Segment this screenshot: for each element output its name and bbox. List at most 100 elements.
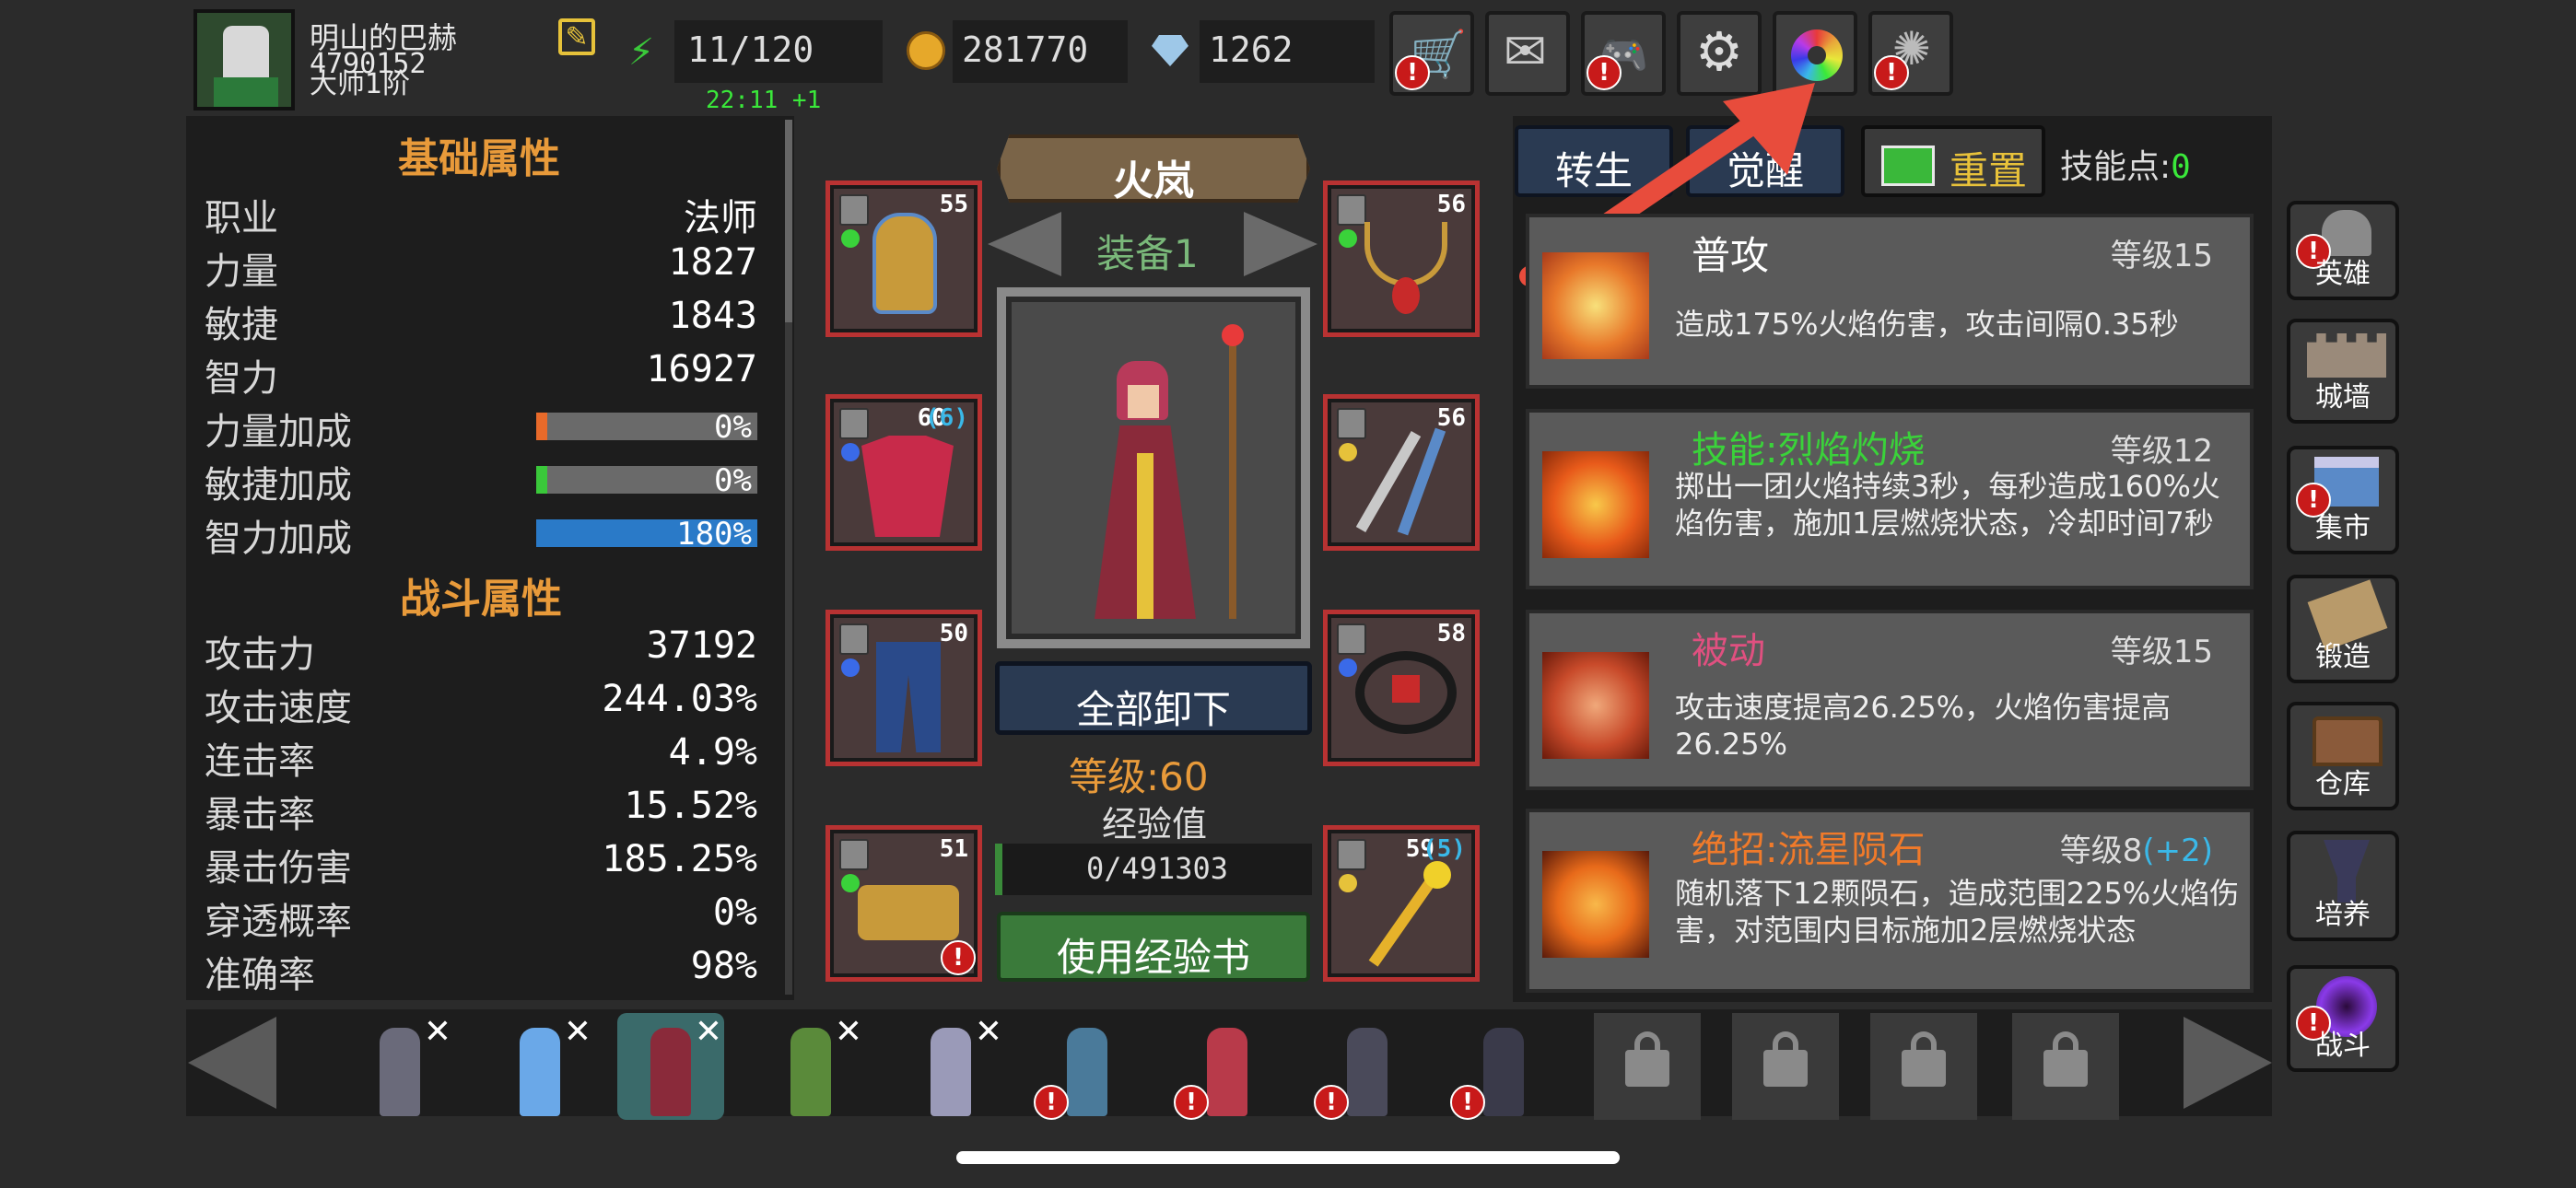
slot-level: 56 [1436, 191, 1466, 218]
remove-icon[interactable]: ✕ [695, 1013, 722, 1051]
gold-plus-icon[interactable] [907, 31, 945, 70]
remove-icon[interactable]: ✕ [835, 1013, 862, 1051]
equip-slot-ring[interactable]: 58 [1323, 610, 1480, 766]
hero-staff-orb [1222, 324, 1244, 346]
blue-gem-icon [1339, 658, 1357, 677]
remove-icon[interactable]: ✕ [424, 1013, 451, 1051]
diamond-box: 1262 [1200, 20, 1375, 83]
side-menu-hero[interactable]: ! 英雄 [2287, 201, 2399, 300]
int-label: 智力 [205, 357, 278, 400]
fireball-icon [1542, 451, 1649, 558]
hero-staff-icon [1229, 333, 1236, 619]
side-menu-warehouse[interactable]: 仓库 [2287, 702, 2399, 810]
shop-cart-button[interactable]: 🛒 ! [1389, 11, 1474, 96]
padlock-icon [2043, 1050, 2088, 1087]
agi-bonus-bar: 0% [536, 462, 757, 499]
remove-icon[interactable]: ✕ [564, 1013, 591, 1051]
side-menu-market[interactable]: ! 集市 [2287, 446, 2399, 554]
necklace-pendant [1392, 277, 1420, 314]
str-bonus-label: 力量加成 [205, 411, 352, 453]
diamond-plus-icon[interactable] [1152, 35, 1188, 66]
lock-icon [839, 408, 869, 439]
aspd-label: 攻击速度 [205, 687, 352, 729]
exp-label: 经验值 [1102, 804, 1208, 844]
boots-icon [858, 885, 959, 940]
roster-hero-dark-mage[interactable]: ! [1314, 1013, 1421, 1120]
fire-mage-sprite [650, 1028, 691, 1116]
skill-level: 等级8(+2) [2060, 825, 2213, 870]
roster-locked-slot[interactable] [1732, 1013, 1839, 1120]
equip-slot-pants[interactable]: 50 [825, 610, 982, 766]
roster-locked-slot[interactable] [1870, 1013, 1977, 1120]
equip-slot-armor[interactable]: 60 (6) [825, 394, 982, 551]
side-menu-battle[interactable]: ! 战斗 [2287, 965, 2399, 1072]
hero-alert-icon: ! [1034, 1085, 1069, 1120]
roster-hero-dancer[interactable]: ✕ [897, 1013, 1004, 1120]
roster-locked-slot[interactable] [2012, 1013, 2119, 1120]
roster-hero-warrior[interactable]: ✕ [346, 1013, 453, 1120]
edit-name-icon[interactable]: ✎ [558, 18, 595, 55]
equip-slot-weapon-offhand[interactable]: 56 [1323, 394, 1480, 551]
home-indicator[interactable] [956, 1151, 1620, 1164]
gear-icon: ⚙ [1695, 20, 1743, 83]
green-gem-icon [841, 874, 860, 892]
class-label: 职业 [205, 197, 278, 239]
exp-value: 0/491303 [1085, 851, 1229, 886]
fireworks-button[interactable]: ✺ ! [1868, 11, 1953, 96]
roster-hero-archer[interactable]: ✕ [757, 1013, 864, 1120]
equip-slot-helmet[interactable]: 55 [825, 181, 982, 337]
equip-slot-staff[interactable]: 59 (5) [1323, 825, 1480, 982]
energy-plus-icon[interactable]: ⚡ [628, 31, 654, 74]
use-exp-book-button[interactable]: 使用经验书 [997, 912, 1310, 982]
use-exp-book-label: 使用经验书 [1056, 935, 1250, 980]
roster-hero-assassin[interactable]: ! [1450, 1013, 1557, 1120]
reset-button[interactable]: 重置 [1861, 125, 2045, 197]
side-menu-train[interactable]: 培养 [2287, 831, 2399, 941]
unequip-all-button[interactable]: 全部卸下 [995, 661, 1312, 735]
next-set-button[interactable] [1244, 212, 1317, 276]
avatar-robe [214, 77, 278, 107]
skill-level: 等级15 [2110, 238, 2213, 274]
side-menu-label: 培养 [2315, 899, 2371, 931]
meteor-icon [1542, 851, 1649, 958]
warrior-sprite [380, 1028, 420, 1116]
stats-panel: 基础属性 职业 法师 力量 1827 敏捷 1843 智力 16927 力量加成 0% … [186, 116, 794, 1000]
roster-hero-ice-mage[interactable]: ✕ [486, 1013, 593, 1120]
side-menu-label: 战斗 [2315, 1030, 2371, 1062]
skill-card-ultimate[interactable]: 绝招:流星陨石 等级8(+2) 随机落下12颗陨石，造成范围225%火焰伤害，对… [1526, 809, 2254, 993]
side-menu-forge[interactable]: 锻造 [2287, 575, 2399, 683]
hero-portrait-frame [997, 287, 1310, 648]
str-bonus-bar: 0% [536, 409, 757, 446]
roster-locked-slot[interactable] [1594, 1013, 1701, 1120]
padlock-shackle [1773, 1031, 1798, 1055]
shop-alert-icon: ! [1395, 55, 1430, 90]
roster-hero-fire-mage[interactable]: ✕ [617, 1013, 724, 1120]
skill-level-bonus: (+2) [2142, 833, 2213, 869]
combo-label: 连击率 [205, 740, 315, 783]
player-avatar[interactable] [193, 9, 295, 111]
stats-scrollbar[interactable] [785, 120, 792, 322]
skill-desc: 掷出一团火焰持续3秒，每秒造成160%火焰伤害，施加1层燃烧状态，冷却时间7秒 [1675, 469, 2220, 541]
skill-desc: 攻击速度提高26.25%，火焰伤害提高26.25% [1675, 690, 2172, 762]
agi-bonus-label: 敏捷加成 [205, 464, 352, 507]
skill-card-passive[interactable]: 被动 等级15 攻击速度提高26.25%，火焰伤害提高26.25% [1526, 610, 2254, 790]
archer-sprite [790, 1028, 831, 1116]
prev-set-button[interactable] [988, 212, 1061, 276]
helmet-icon [872, 213, 937, 314]
side-menu-label: 英雄 [2315, 258, 2371, 290]
hero-name-banner: 火岚 [997, 134, 1310, 203]
equip-slot-boots[interactable]: 51 ! [825, 825, 982, 982]
skill-card-active[interactable]: 技能:烈焰灼烧 等级12 掷出一团火焰持续3秒，每秒造成160%火焰伤害，施加1… [1526, 409, 2254, 589]
stats-scroll-track [785, 322, 792, 995]
roster-hero-gunner[interactable]: ! [1034, 1013, 1141, 1120]
roster-hero-vampire[interactable]: ! [1174, 1013, 1281, 1120]
crit-label: 暴击率 [205, 794, 315, 836]
skill-name: 绝招:流星陨石 [1692, 829, 1926, 871]
side-menu-label: 集市 [2315, 512, 2371, 544]
skill-card-basic-attack[interactable]: 普攻 等级15 造成175%火焰伤害，攻击间隔0.35秒 [1526, 214, 2254, 389]
side-menu-wall[interactable]: 城墙 [2287, 319, 2399, 424]
equip-slot-necklace[interactable]: 56 [1323, 181, 1480, 337]
remove-icon[interactable]: ✕ [975, 1013, 1002, 1051]
padlock-shackle [2053, 1031, 2078, 1055]
boots-alert-icon: ! [941, 940, 976, 975]
